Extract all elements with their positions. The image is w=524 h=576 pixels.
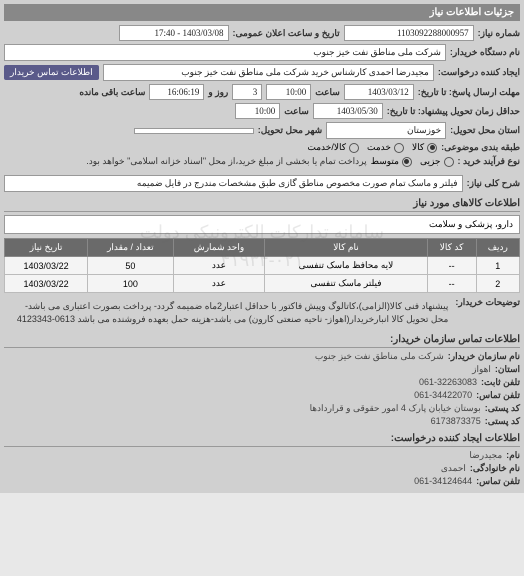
contact-phone: 061-32263083 xyxy=(419,377,477,388)
contact-postal-code-label: کد پستی: xyxy=(485,416,520,427)
contact-phone-label: تلفن ثابت: xyxy=(481,377,520,388)
cell: 1403/03/22 xyxy=(5,275,88,293)
pkg-opt2-label: خدمت xyxy=(367,142,391,153)
contact-family: احمدی xyxy=(441,463,466,474)
deadline-time: 10:00 xyxy=(266,84,311,100)
col-2: نام کالا xyxy=(265,239,427,257)
contact-prov-label: استان: xyxy=(495,364,520,375)
buyer-org: شرکت ملی مناطق نفت خیز جنوب xyxy=(4,44,446,61)
creator-title: اطلاعات ایجاد کننده درخواست: xyxy=(4,433,520,447)
hours-remain: 16:06:19 xyxy=(149,84,204,100)
section-header-need-info: جزئیات اطلاعات نیاز xyxy=(4,4,520,21)
cell: 2 xyxy=(476,275,519,293)
items-table: ردیف کد کالا نام کالا واحد شمارش تعداد /… xyxy=(4,238,520,293)
proc-note: پرداخت تمام یا بخشی از مبلغ خرید،از محل … xyxy=(86,156,366,167)
contact-fax: 061-34422070 xyxy=(414,390,472,401)
packaging-radio-group: کالا خدمت کالا/خدمت xyxy=(307,142,437,153)
time-label-2: ساعت xyxy=(284,106,309,117)
contact-creator-phone: 061-34124644 xyxy=(414,476,472,487)
proc-opt2-label: متوسط xyxy=(371,156,399,167)
cell: 1403/03/22 xyxy=(5,257,88,275)
cell: 50 xyxy=(88,257,173,275)
desc: فیلتر و ماسک تمام صورت مخصوص مناطق گازی … xyxy=(4,175,463,192)
cell: -- xyxy=(427,275,476,293)
radio-icon xyxy=(349,143,359,153)
contact-name-label: نام: xyxy=(506,450,520,461)
days-remain: 3 xyxy=(232,84,262,100)
process-label: نوع فرآیند خرید : xyxy=(458,156,521,167)
cell: عدد xyxy=(173,257,265,275)
province: خوزستان xyxy=(326,122,446,139)
notes-label: توضیحات خریدار: xyxy=(455,297,520,308)
city xyxy=(134,128,254,134)
contact-org: شرکت ملی مناطق نفت خیز جنوب xyxy=(315,351,444,362)
time-label-1: ساعت xyxy=(315,87,340,98)
delivery-deadline-label: حداقل زمان تحویل پیشنهاد: تا تاریخ: xyxy=(387,106,520,117)
buyer-org-label: نام دستگاه خریدار: xyxy=(450,47,520,58)
creator: مجیدرضا احمدی کارشناس خرید شرکت ملی مناط… xyxy=(103,64,434,81)
cell: 100 xyxy=(88,275,173,293)
desc-label: شرح کلی نیاز: xyxy=(467,178,520,189)
contact-postal-code: 6173873375 xyxy=(431,416,481,427)
delivery-date: 1403/05/30 xyxy=(313,103,383,119)
cell: فیلتر ماسک تنفسی xyxy=(265,275,427,293)
buyer-contact-badge[interactable]: اطلاعات تماس خریدار xyxy=(4,65,99,80)
contact-name: مجیدرضا xyxy=(469,450,502,461)
request-number: 1103092288000957 xyxy=(344,25,474,41)
cell: 1 xyxy=(476,257,519,275)
contact-postal-label: کد پستی: xyxy=(485,403,520,414)
packaging-label: طبقه بندی موضوعی: xyxy=(441,142,520,153)
days-label: روز و xyxy=(208,87,228,98)
col-1: کد کالا xyxy=(427,239,476,257)
announce-datetime-label: تاریخ و ساعت اعلان عمومی: xyxy=(233,28,340,39)
proc-radio-2[interactable]: متوسط xyxy=(371,156,412,167)
contact-fax-label: تلفن تماس: xyxy=(476,390,520,401)
cell: لایه محافظ ماسک تنفسی xyxy=(265,257,427,275)
creator-label: ایجاد کننده درخواست: xyxy=(438,67,520,78)
contact-title: اطلاعات تماس سازمان خریدار: xyxy=(4,334,520,348)
hours-remain-label: ساعت باقی مانده xyxy=(79,87,145,98)
col-5: تاریخ نیاز xyxy=(5,239,88,257)
cell: عدد xyxy=(173,275,265,293)
table-row: 2 -- فیلتر ماسک تنفسی عدد 100 1403/03/22 xyxy=(5,275,520,293)
pkg-radio-1[interactable]: کالا xyxy=(412,142,437,153)
radio-icon xyxy=(427,143,437,153)
cell: -- xyxy=(427,257,476,275)
col-3: واحد شمارش xyxy=(173,239,265,257)
contact-org-label: نام سازمان خریدار: xyxy=(448,351,520,362)
pkg-opt3-label: کالا/خدمت xyxy=(307,142,346,153)
delivery-time: 10:00 xyxy=(235,103,280,119)
pkg-opt1-label: کالا xyxy=(412,142,424,153)
table-row: 1 -- لایه محافظ ماسک تنفسی عدد 50 1403/0… xyxy=(5,257,520,275)
category: دارو، پزشکی و سلامت xyxy=(4,215,520,234)
deadline-date: 1403/03/12 xyxy=(344,84,414,100)
proc-opt1-label: جزیی xyxy=(420,156,441,167)
request-number-label: شماره نیاز: xyxy=(478,28,520,39)
items-section-title: اطلاعات کالاهای مورد نیاز xyxy=(4,198,520,212)
contact-creator-phone-label: تلفن تماس: xyxy=(476,476,520,487)
contact-postal: بوستان خیابان پارک 4 امور حقوقی و قراردا… xyxy=(310,403,481,414)
province-label: استان محل تحویل: xyxy=(450,125,520,136)
pkg-radio-3[interactable]: کالا/خدمت xyxy=(307,142,359,153)
radio-icon xyxy=(444,157,454,167)
radio-icon xyxy=(402,157,412,167)
col-0: ردیف xyxy=(476,239,519,257)
pkg-radio-2[interactable]: خدمت xyxy=(367,142,404,153)
process-radio-group: جزیی متوسط xyxy=(371,156,454,167)
contact-prov: اهواز xyxy=(472,364,491,375)
city-label: شهر محل تحویل: xyxy=(258,125,322,136)
deadline-label: مهلت ارسال پاسخ: تا تاریخ: xyxy=(418,87,520,98)
contact-family-label: نام خانوادگی: xyxy=(470,463,520,474)
notes: پیشنهاد فنی کالا(الزامی)،کاتالوگ وپیش فا… xyxy=(4,297,451,328)
announce-datetime: 1403/03/08 - 17:40 xyxy=(119,25,229,41)
radio-icon xyxy=(394,143,404,153)
proc-radio-1[interactable]: جزیی xyxy=(420,156,454,167)
col-4: تعداد / مقدار xyxy=(88,239,173,257)
